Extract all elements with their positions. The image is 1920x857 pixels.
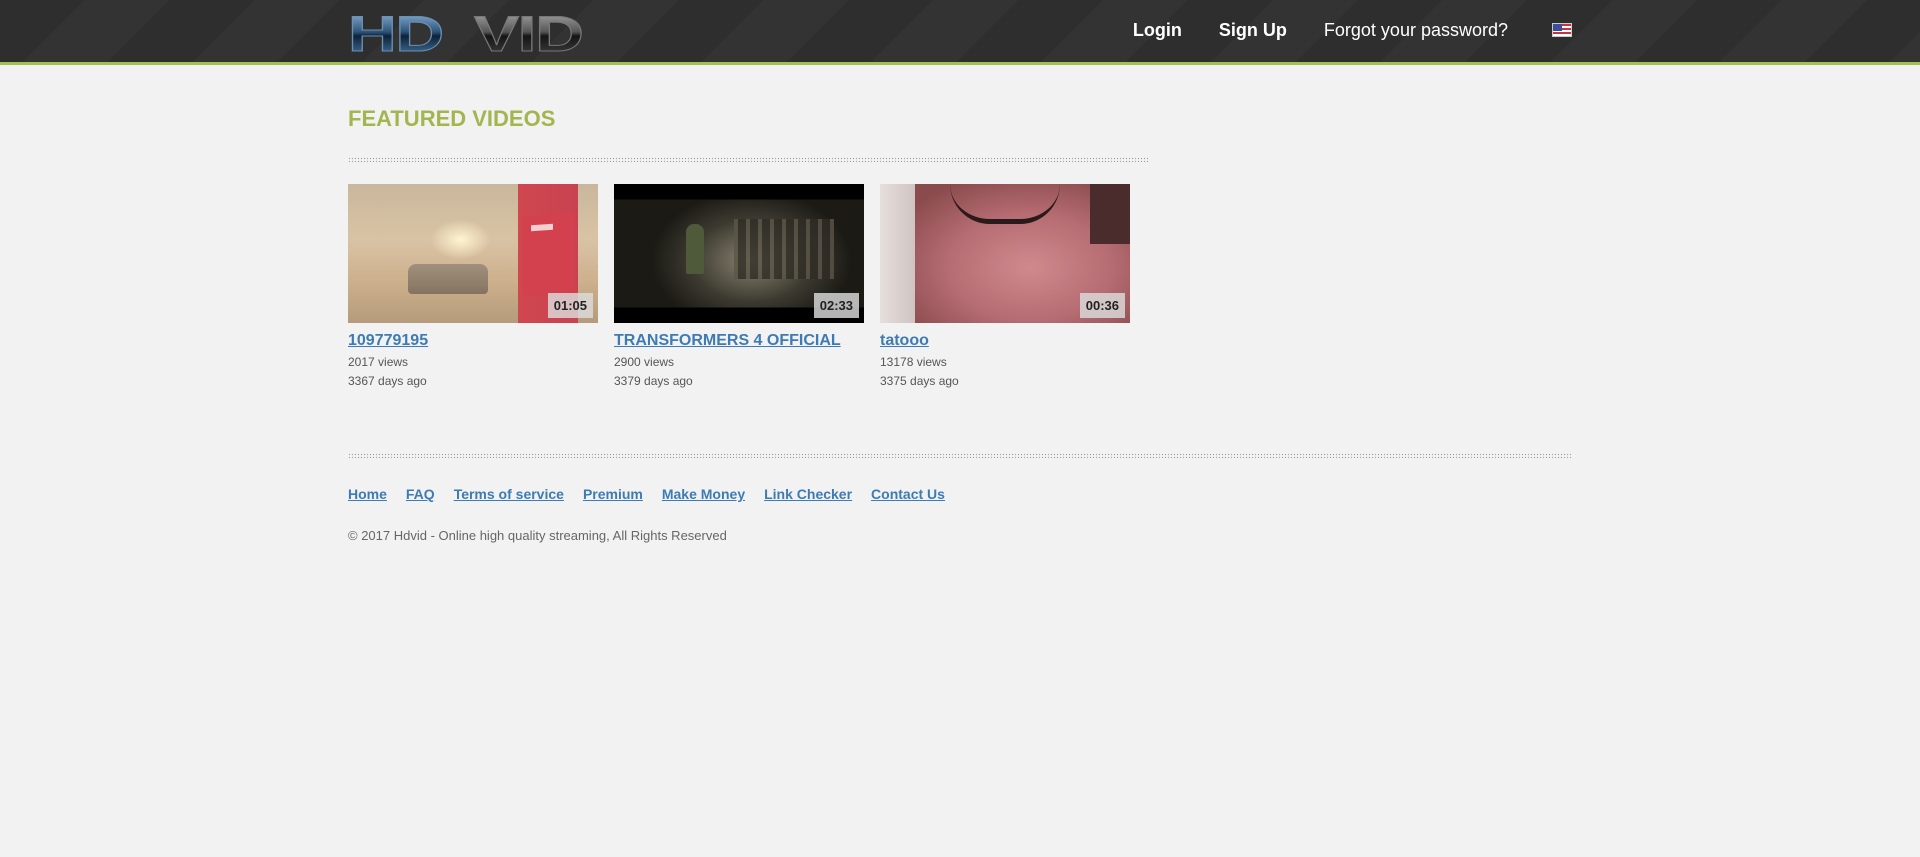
duration-badge: 01:05 — [547, 293, 593, 318]
view-count: 13178 views — [880, 355, 947, 369]
header-inner: HD VID Login Sign Up Forgot your password… — [347, 0, 1572, 62]
video-list: 01:05 109779195 2017 views 3367 days ago… — [348, 184, 1572, 391]
site-header: HD VID Login Sign Up Forgot your password… — [0, 0, 1920, 65]
divider — [348, 157, 1148, 162]
us-flag-icon[interactable] — [1552, 23, 1572, 37]
logo-text-vid: VID — [474, 6, 585, 62]
footer-link-premium[interactable]: Premium — [583, 486, 643, 502]
footer-link-terms[interactable]: Terms of service — [454, 486, 564, 502]
thumbnail-art — [734, 219, 834, 279]
site-logo[interactable]: HD VID — [347, 6, 584, 62]
footer-link-contact[interactable]: Contact Us — [871, 486, 945, 502]
video-meta: 13178 views 3375 days ago — [880, 353, 1130, 391]
footer-link-home[interactable]: Home — [348, 486, 387, 502]
video-title-link[interactable]: TRANSFORMERS 4 OFFICIAL — [614, 332, 864, 350]
footer-link-link-checker[interactable]: Link Checker — [764, 486, 852, 502]
duration-badge: 00:36 — [1079, 293, 1125, 318]
thumbnail-art — [950, 184, 1060, 224]
copyright-text: © 2017 Hdvid - Online high quality strea… — [348, 528, 727, 543]
video-thumbnail[interactable]: 01:05 — [348, 184, 598, 323]
upload-age: 3367 days ago — [348, 374, 427, 388]
header-nav: Login Sign Up Forgot your password? — [1133, 18, 1572, 42]
thumbnail-art — [686, 224, 704, 274]
footer-link-faq[interactable]: FAQ — [406, 486, 435, 502]
thumbnail-art — [523, 212, 575, 296]
video-thumbnail[interactable]: 02:33 — [614, 184, 864, 323]
section-title: FEATURED VIDEOS — [348, 106, 556, 131]
video-meta: 2017 views 3367 days ago — [348, 353, 598, 391]
upload-age: 3375 days ago — [880, 374, 959, 388]
thumbnail-art — [408, 264, 488, 294]
video-card: 01:05 109779195 2017 views 3367 days ago — [348, 184, 598, 391]
video-card: 00:36 tatooo 13178 views 3375 days ago — [880, 184, 1130, 391]
logo-text-hd: HD — [347, 6, 445, 62]
main-content: FEATURED VIDEOS 01:05 109779195 2017 vie… — [348, 106, 1572, 391]
view-count: 2900 views — [614, 355, 675, 369]
flag-canton — [1553, 24, 1562, 31]
thumbnail-art — [880, 184, 915, 323]
forgot-password-link[interactable]: Forgot your password? — [1324, 20, 1508, 41]
upload-age: 3379 days ago — [614, 374, 693, 388]
footer-link-make-money[interactable]: Make Money — [662, 486, 745, 502]
signup-link[interactable]: Sign Up — [1219, 20, 1287, 41]
video-thumbnail[interactable]: 00:36 — [880, 184, 1130, 323]
footer-nav: Home FAQ Terms of service Premium Make M… — [348, 486, 964, 502]
footer-divider — [348, 453, 1572, 458]
login-link[interactable]: Login — [1133, 20, 1182, 41]
video-meta: 2900 views 3379 days ago — [614, 353, 864, 391]
thumbnail-art — [1090, 184, 1130, 244]
view-count: 2017 views — [348, 355, 409, 369]
duration-badge: 02:33 — [813, 293, 859, 318]
video-title-link[interactable]: 109779195 — [348, 332, 598, 350]
video-title-link[interactable]: tatooo — [880, 332, 1130, 350]
video-card: 02:33 TRANSFORMERS 4 OFFICIAL 2900 views… — [614, 184, 864, 391]
